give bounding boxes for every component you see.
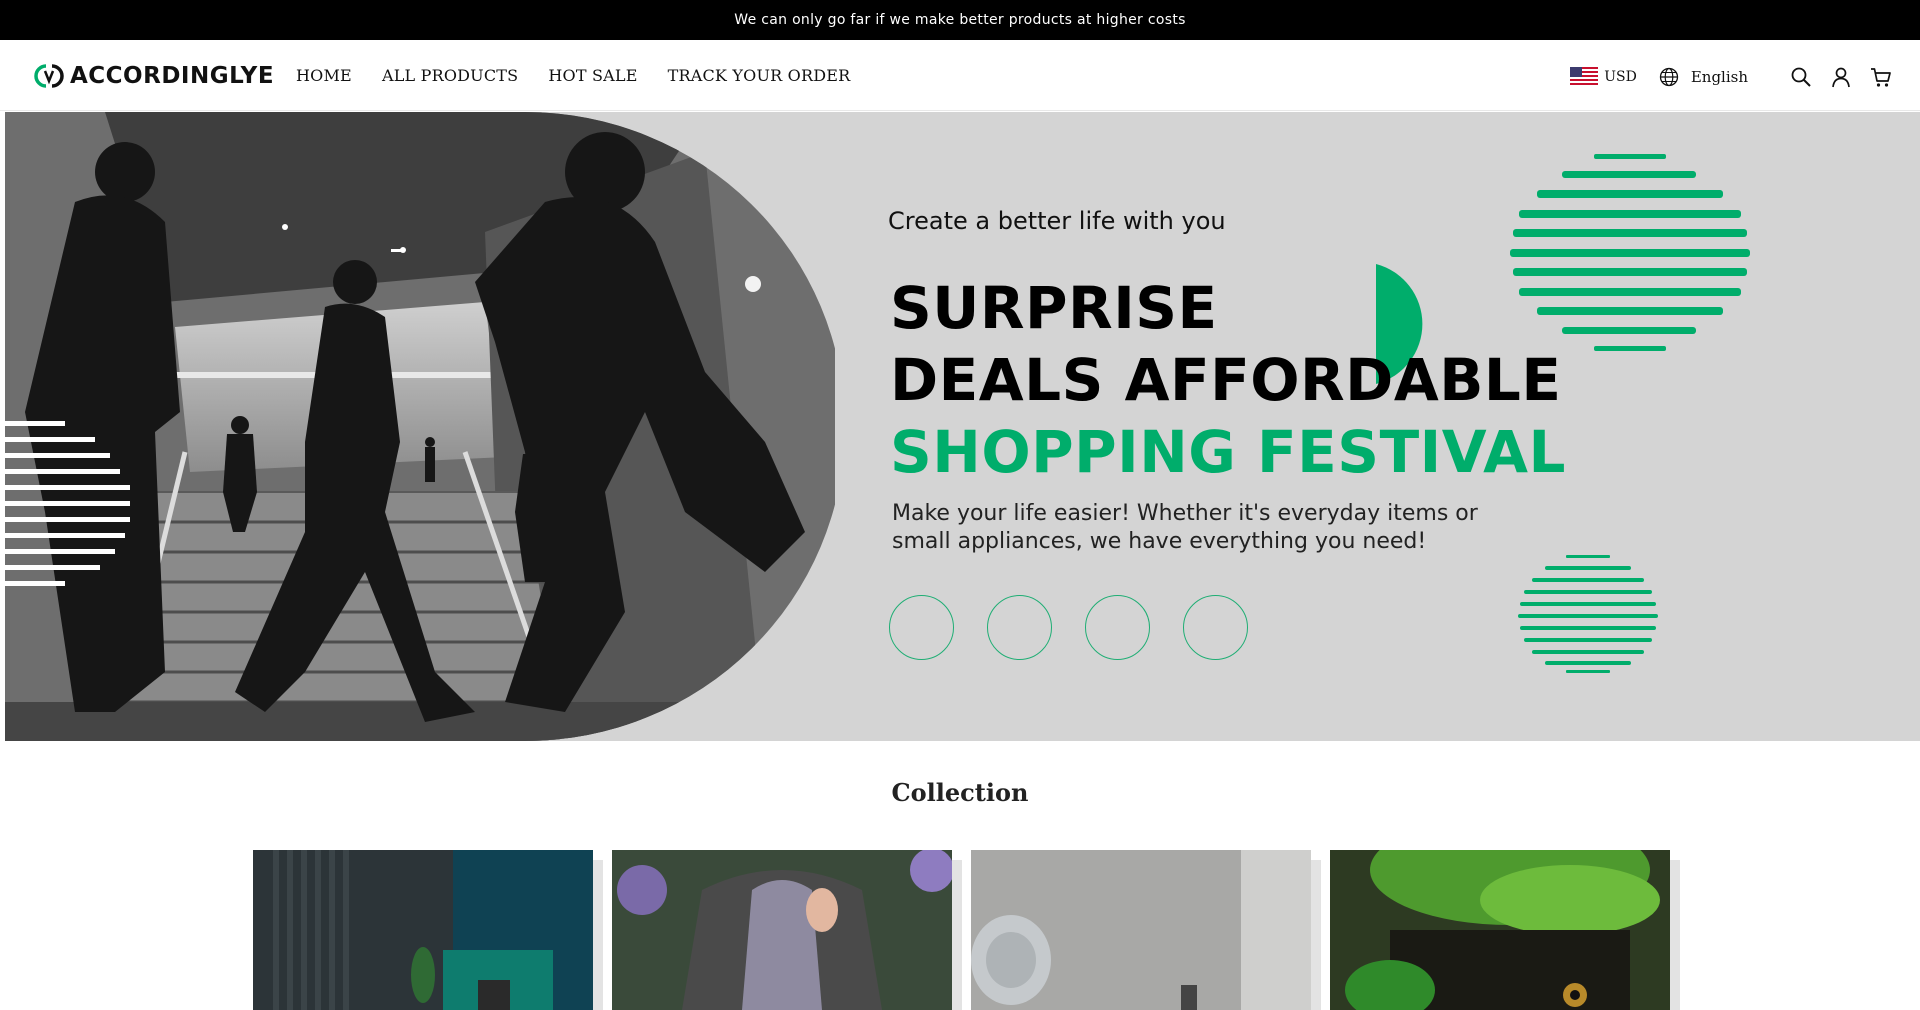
hero-description: Make your life easier! Whether it's ever… <box>892 501 1478 554</box>
cart-icon[interactable] <box>1870 66 1892 88</box>
hero-headline: SURPRISE DEALS AFFORDABLE SHOPPING FESTI… <box>890 272 1566 488</box>
site-header: ACCORDINGLYE HOME ALL PRODUCTS HOT SALE … <box>0 40 1920 111</box>
slide-dot[interactable] <box>1085 595 1150 660</box>
globe-icon[interactable] <box>1659 67 1679 87</box>
card-image <box>971 850 1311 1010</box>
brand-logo[interactable]: ACCORDINGLYE <box>32 60 274 92</box>
nav-home[interactable]: HOME <box>296 66 352 85</box>
collection-grid <box>253 850 1680 1010</box>
collection-card-bath[interactable] <box>971 850 1321 1010</box>
slide-dot[interactable] <box>889 595 954 660</box>
nav-hot-sale[interactable]: HOT SALE <box>548 66 637 85</box>
us-flag-icon[interactable] <box>1570 67 1599 87</box>
account-icon[interactable] <box>1830 66 1852 88</box>
collection-card-pets[interactable] <box>1330 850 1680 1010</box>
logo-mark-icon <box>34 64 64 88</box>
search-icon[interactable] <box>1790 66 1812 88</box>
header-utilities: USD English <box>1570 62 1892 92</box>
slide-dot[interactable] <box>1183 595 1248 660</box>
collection-card-home-decor[interactable] <box>253 850 603 1010</box>
hero-headline-line3: SHOPPING FESTIVAL <box>890 418 1567 486</box>
main-nav: HOME ALL PRODUCTS HOT SALE TRACK YOUR OR… <box>296 66 880 85</box>
nav-all-products[interactable]: ALL PRODUCTS <box>382 66 518 85</box>
hero-subtitle: Create a better life with you <box>888 207 1226 235</box>
card-image <box>612 850 952 1010</box>
nav-track-order[interactable]: TRACK YOUR ORDER <box>668 66 851 85</box>
collection-title: Collection <box>891 778 1029 807</box>
announcement-bar: We can only go far if we make better pro… <box>0 0 1920 40</box>
hero-photo <box>5 112 835 741</box>
hero-banner[interactable]: Create a better life with you SURPRISE D… <box>5 112 1920 741</box>
brand-name: ACCORDINGLYE <box>70 63 275 89</box>
hero-headline-line2: DEALS AFFORDABLE <box>890 346 1562 414</box>
card-image <box>1330 850 1670 1010</box>
green-striped-circle-small <box>1518 555 1658 673</box>
language-selector[interactable]: English <box>1691 68 1748 86</box>
hero-headline-line1: SURPRISE <box>890 274 1218 342</box>
collection-card-apparel[interactable] <box>612 850 962 1010</box>
slide-dot[interactable] <box>987 595 1052 660</box>
currency-selector[interactable]: USD <box>1604 69 1637 85</box>
card-image <box>253 850 593 1010</box>
announcement-text: We can only go far if we make better pro… <box>734 12 1186 28</box>
hero-slide-indicators <box>889 595 1248 660</box>
